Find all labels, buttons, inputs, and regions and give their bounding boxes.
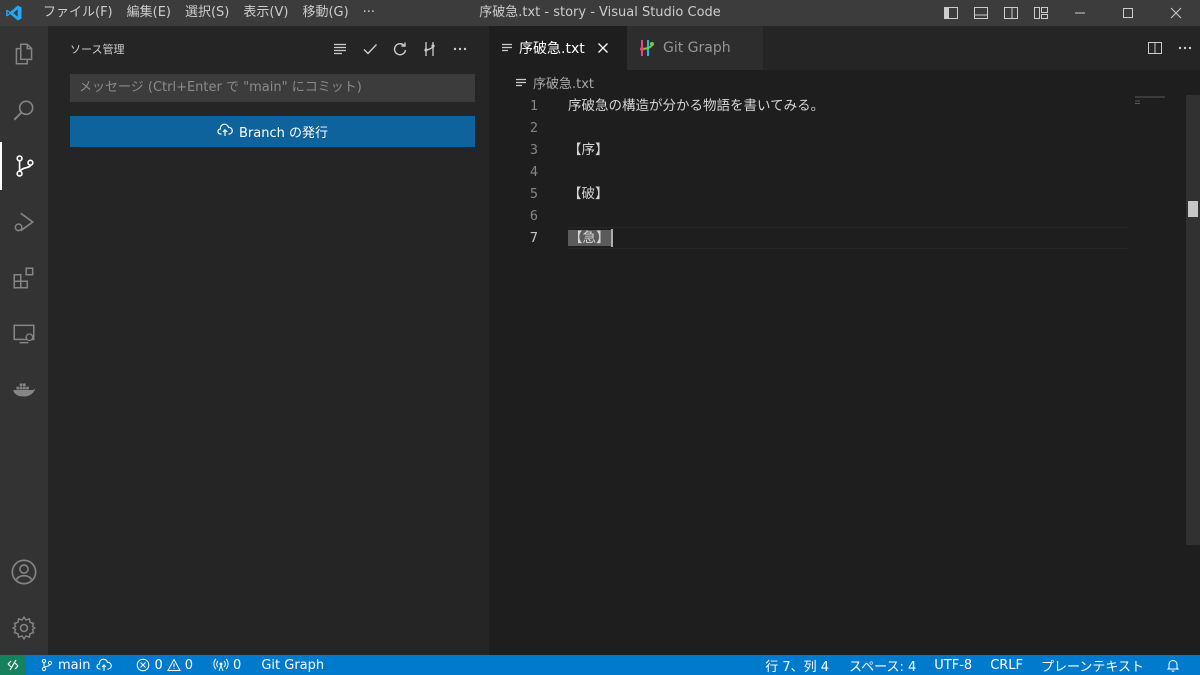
more-actions-icon[interactable] bbox=[445, 36, 475, 62]
close-window-icon[interactable] bbox=[1152, 0, 1200, 26]
problems-status[interactable]: 0 0 bbox=[130, 655, 199, 675]
tab-story-file[interactable]: 序破急.txt bbox=[489, 26, 627, 70]
explorer-icon[interactable] bbox=[0, 30, 48, 78]
warning-count: 0 bbox=[184, 657, 194, 673]
code-line: 1 序破急の構造が分かる物語を書いてみる。 bbox=[489, 95, 1129, 117]
line-number: 4 bbox=[529, 164, 538, 180]
minimap[interactable] bbox=[1135, 95, 1165, 105]
tab-label: Git Graph bbox=[663, 40, 731, 56]
text-file-icon bbox=[515, 77, 533, 89]
error-count: 0 bbox=[154, 657, 163, 673]
eol-status[interactable]: CRLF bbox=[984, 655, 1029, 675]
toggle-primary-sidebar-icon[interactable] bbox=[936, 0, 966, 26]
cloud-upload-icon bbox=[217, 122, 239, 142]
language-mode-status[interactable]: プレーンテキスト bbox=[1035, 655, 1150, 675]
selected-text: 【急】 bbox=[568, 230, 611, 246]
menu-view[interactable]: 表示(V) bbox=[236, 0, 295, 26]
code-line: 4 bbox=[489, 161, 1129, 183]
code-line: 3 【序】 bbox=[489, 139, 1129, 161]
encoding-status[interactable]: UTF-8 bbox=[928, 655, 978, 675]
text-cursor bbox=[610, 229, 613, 247]
line-number: 6 bbox=[529, 208, 538, 224]
broadcast-icon bbox=[213, 658, 233, 672]
customize-layout-icon[interactable] bbox=[1026, 0, 1056, 26]
commit-message-input[interactable]: メッセージ (Ctrl+Enter で "main" にコミット) bbox=[70, 74, 475, 102]
menu-more[interactable]: ··· bbox=[356, 0, 382, 26]
menu-selection[interactable]: 選択(S) bbox=[178, 0, 236, 26]
branch-icon bbox=[40, 658, 58, 672]
line-text: 【序】 bbox=[568, 142, 609, 158]
settings-gear-icon[interactable] bbox=[0, 604, 48, 652]
warning-icon bbox=[166, 658, 185, 672]
current-code-line: 7 【急】 bbox=[489, 227, 1129, 249]
source-control-icon[interactable] bbox=[0, 142, 48, 190]
title-bar: ファイル(F) 編集(E) 選択(S) 表示(V) 移動(G) ··· 序破急.… bbox=[0, 0, 1200, 26]
line-number: 7 bbox=[529, 230, 538, 246]
docker-icon[interactable] bbox=[0, 366, 48, 414]
run-debug-icon[interactable] bbox=[0, 198, 48, 246]
code-line: 6 bbox=[489, 205, 1129, 227]
breadcrumb[interactable]: 序破急.txt bbox=[515, 73, 594, 92]
extensions-icon[interactable] bbox=[0, 254, 48, 302]
search-icon[interactable] bbox=[0, 86, 48, 134]
cursor-position-status[interactable]: 行 7、列 4 bbox=[759, 655, 835, 675]
tab-bar: 序破急.txt Git Graph bbox=[489, 26, 1200, 70]
line-number: 5 bbox=[529, 186, 538, 202]
vertical-scrollbar[interactable] bbox=[1186, 95, 1200, 545]
line-text: 序破急の構造が分かる物語を書いてみる。 bbox=[568, 98, 825, 114]
code-line: 5 【破】 bbox=[489, 183, 1129, 205]
git-graph-icon bbox=[639, 39, 655, 57]
text-file-icon bbox=[501, 42, 513, 54]
breadcrumb-file[interactable]: 序破急.txt bbox=[533, 73, 594, 92]
notifications-bell-icon[interactable] bbox=[1160, 655, 1190, 675]
menu-bar: ファイル(F) 編集(E) 選択(S) 表示(V) 移動(G) ··· bbox=[36, 0, 382, 26]
split-editor-icon[interactable] bbox=[1140, 40, 1170, 56]
toggle-panel-icon[interactable] bbox=[966, 0, 996, 26]
ports-status[interactable]: 0 bbox=[207, 655, 247, 675]
publish-branch-button[interactable]: Branch の発行 bbox=[70, 116, 475, 147]
remote-explorer-icon[interactable] bbox=[0, 310, 48, 358]
branch-name: main bbox=[58, 657, 91, 673]
scrollbar-cursor-marker bbox=[1188, 201, 1198, 217]
toggle-secondary-sidebar-icon[interactable] bbox=[996, 0, 1026, 26]
menu-edit[interactable]: 編集(E) bbox=[120, 0, 178, 26]
indentation-status[interactable]: スペース: 4 bbox=[843, 655, 922, 675]
view-as-list-icon[interactable] bbox=[325, 36, 355, 62]
git-graph-view-icon[interactable] bbox=[415, 36, 445, 62]
current-line-highlight bbox=[567, 227, 1129, 249]
git-graph-status[interactable]: Git Graph bbox=[255, 655, 330, 675]
publish-cloud-icon[interactable] bbox=[96, 658, 116, 672]
sidebar-title: ソース管理 bbox=[70, 43, 125, 56]
line-number: 2 bbox=[529, 120, 538, 136]
line-text-wrap: 【急】 bbox=[568, 227, 613, 249]
minimize-icon[interactable] bbox=[1056, 0, 1104, 26]
code-line: 2 bbox=[489, 117, 1129, 139]
vscode-logo-icon bbox=[0, 0, 28, 26]
ports-count: 0 bbox=[233, 657, 242, 673]
editor-group: 序破急.txt Git Graph 序破急.txt 1 序破急の構造が分かる物語… bbox=[489, 26, 1200, 655]
menu-go[interactable]: 移動(G) bbox=[295, 0, 355, 26]
tab-label: 序破急.txt bbox=[519, 41, 585, 57]
menu-file[interactable]: ファイル(F) bbox=[36, 0, 120, 26]
maximize-icon[interactable] bbox=[1104, 0, 1152, 26]
refresh-icon[interactable] bbox=[385, 36, 415, 62]
remote-indicator-icon[interactable] bbox=[0, 655, 26, 675]
line-number: 1 bbox=[529, 98, 538, 114]
publish-branch-label: Branch の発行 bbox=[239, 126, 328, 141]
tab-git-graph[interactable]: Git Graph bbox=[627, 26, 763, 70]
line-number: 3 bbox=[529, 142, 538, 158]
line-text: 【破】 bbox=[568, 186, 609, 202]
activity-bar bbox=[0, 26, 48, 655]
close-tab-icon[interactable] bbox=[597, 42, 609, 54]
code-editor[interactable]: 1 序破急の構造が分かる物語を書いてみる。 2 3 【序】 4 5 【破】 6 … bbox=[489, 95, 1129, 249]
source-control-sidebar: ソース管理 メッセージ (Ctrl+Enter で "main" にコミット) … bbox=[48, 26, 489, 655]
commit-check-icon[interactable] bbox=[355, 36, 385, 62]
editor-more-actions-icon[interactable] bbox=[1170, 40, 1200, 56]
branch-status[interactable]: main bbox=[34, 655, 122, 675]
status-bar: main 0 0 0 Git Graph 行 7、列 4 スペース: 4 UTF… bbox=[0, 655, 1200, 675]
error-icon bbox=[136, 658, 154, 672]
accounts-icon[interactable] bbox=[0, 548, 48, 596]
